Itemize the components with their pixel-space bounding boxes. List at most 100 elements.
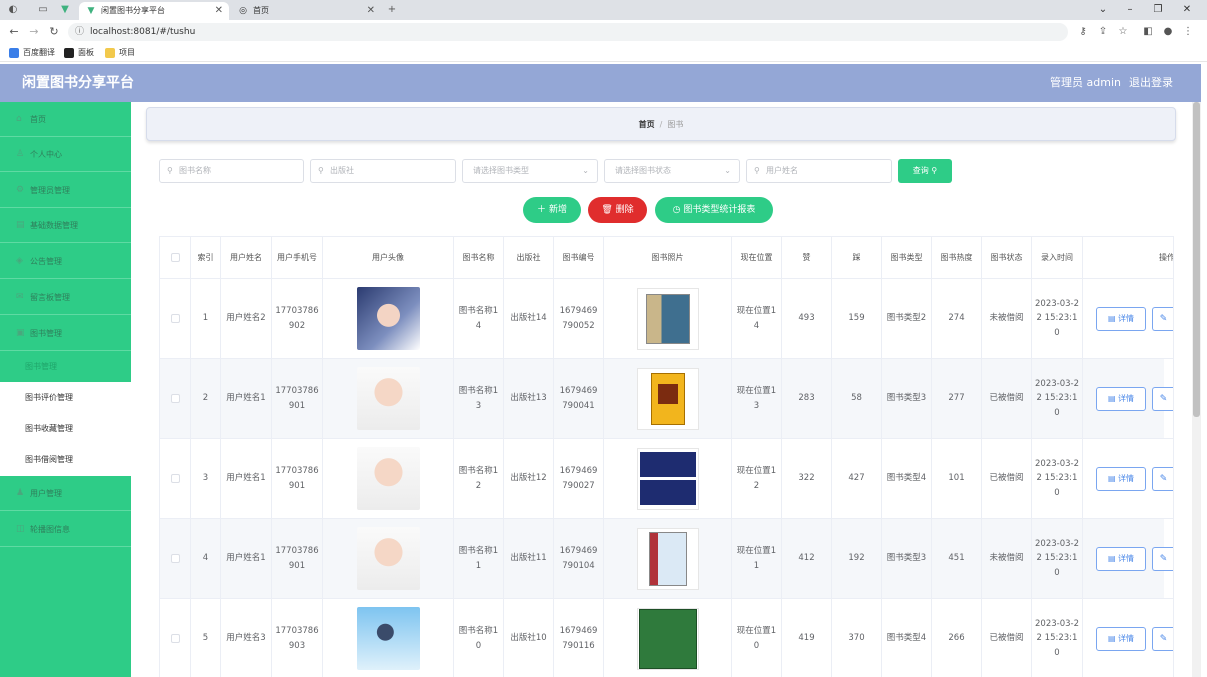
back-icon[interactable]: ← (7, 25, 21, 39)
edit-button[interactable]: ✎ (1152, 387, 1173, 411)
sidebar-item-users[interactable]: ♟ 用户管理 (0, 476, 131, 511)
app-title: 闲置图书分享平台 (22, 75, 134, 91)
sidebar-subitem-books[interactable]: 图书管理 (0, 351, 131, 382)
book-icon: ▣ (16, 328, 25, 338)
share-icon[interactable]: ⇪ (1096, 25, 1110, 39)
report-label: 图书类型统计报表 (683, 205, 756, 215)
cell-value: 图书类型3 (886, 553, 927, 564)
report-button[interactable]: ◷ 图书类型统计报表 (655, 197, 773, 223)
sidebar-item-home[interactable]: ⌂ 首页 (0, 102, 131, 137)
row-checkbox[interactable] (170, 314, 180, 323)
column-header-label: 录入时间 (1041, 252, 1073, 262)
restore-icon[interactable]: ❐ (1143, 0, 1173, 20)
sidebar-item-profile[interactable]: ♙ 个人中心 (0, 137, 131, 172)
key-icon[interactable]: ⚷ (1076, 25, 1090, 39)
forward-icon[interactable]: → (27, 25, 41, 39)
edit-button[interactable]: ✎ (1152, 307, 1173, 331)
page-scrollbar[interactable] (1192, 102, 1201, 677)
add-button[interactable]: ＋ 新增 (523, 197, 581, 223)
detail-button[interactable]: ▤ 详情 (1096, 307, 1146, 331)
table-cell: 5 (191, 599, 221, 677)
detail-button[interactable]: ▤ 详情 (1096, 387, 1146, 411)
bookmark-item[interactable]: 项目 (105, 46, 135, 60)
address-bar: ← → ↻ ⓘ localhost:8081/#/tushu ⚷ ⇪ ☆ ◧ ●… (0, 20, 1207, 44)
close-tab-icon[interactable]: ✕ (367, 2, 375, 20)
tab-search-icon[interactable]: ⌄ (1088, 0, 1118, 20)
query-button[interactable]: 查询 ⚲ (898, 159, 952, 183)
breadcrumb-home[interactable]: 首页 (639, 120, 655, 129)
table-cell (604, 519, 732, 599)
sidebar-subitem-reviews[interactable]: 图书评价管理 (0, 382, 131, 413)
row-checkbox[interactable] (170, 394, 180, 403)
minimize-icon[interactable]: – (1115, 0, 1145, 20)
column-header: 踩 (832, 236, 882, 279)
table-cell: 出版社13 (504, 359, 554, 439)
column-header: 操作 (1083, 236, 1174, 279)
breadcrumb-current: 图书 (667, 120, 684, 129)
scrollbar-thumb[interactable] (1193, 102, 1200, 417)
cell-value: 已被借阅 (989, 473, 1024, 484)
edit-button[interactable]: ✎ (1152, 547, 1173, 571)
edit-button[interactable]: ✎ (1152, 467, 1173, 491)
row-checkbox[interactable] (170, 554, 180, 563)
tab-home[interactable]: ◎ 首页 ✕ (231, 2, 381, 20)
cell-value: 出版社13 (510, 393, 547, 404)
sidebar-item-books[interactable]: ▣ 图书管理 (0, 316, 131, 351)
sidebar-item-basedata[interactable]: ▤ 基础数据管理 (0, 208, 131, 243)
detail-label: 详情 (1118, 394, 1135, 403)
sidebar-item-notice[interactable]: ◈ 公告管理 (0, 244, 131, 279)
table-cell: 419 (782, 599, 832, 677)
row-checkbox[interactable] (170, 634, 180, 643)
sidebar-item-admin[interactable]: ⚙ 管理员管理 (0, 173, 131, 208)
sidebar-subitem-favorites[interactable]: 图书收藏管理 (0, 413, 131, 444)
cell-value: 283 (798, 393, 815, 404)
sidebar-subitem-borrow[interactable]: 图书借阅管理 (0, 444, 131, 475)
browser-menu-icon[interactable]: ◐ (6, 3, 20, 17)
logout-link[interactable]: 退出登录 (1129, 64, 1173, 102)
table-cell: 图书名称11 (454, 519, 504, 599)
star-icon[interactable]: ☆ (1116, 25, 1130, 39)
detail-button[interactable]: ▤ 详情 (1096, 547, 1146, 571)
bookmark-item[interactable]: 面板 (64, 46, 94, 60)
more-icon[interactable]: ⋮ (1181, 25, 1195, 39)
column-header: 录入时间 (1032, 236, 1083, 279)
column-header-label: 图书状态 (990, 252, 1023, 262)
vue-tab-icon[interactable]: ▼ (58, 3, 72, 17)
publisher-input[interactable]: ⚲ 出版社 (310, 159, 456, 183)
app-header: 闲置图书分享平台 管理员 admin 退出登录 (0, 64, 1201, 102)
bookmark-item[interactable]: 百度翻译 (9, 46, 55, 60)
pinned-tab-icon[interactable]: ▭ (36, 3, 50, 17)
sidebar-item-message[interactable]: ✉ 留言板管理 (0, 280, 131, 315)
detail-button[interactable]: ▤ 详情 (1096, 627, 1146, 651)
window-close-icon[interactable]: ✕ (1172, 0, 1202, 20)
table-cell: 192 (832, 519, 882, 599)
browser-tab-bar: ◐ ▭ ▼ ▼ 闲置图书分享平台 ✕ ◎ 首页 ✕ + ⌄ – ❐ ✕ (0, 0, 1207, 20)
sidebar-item-carousel[interactable]: ◫ 轮播图信息 (0, 512, 131, 547)
document-icon: ▤ (1107, 634, 1119, 643)
placeholder: 用户姓名 (766, 166, 798, 175)
close-tab-icon[interactable]: ✕ (215, 2, 223, 20)
delete-button[interactable]: 🗑 删除 (588, 197, 647, 223)
sidepanel-icon[interactable]: ◧ (1141, 25, 1155, 39)
edit-button[interactable]: ✎ (1152, 627, 1173, 651)
book-type-select[interactable]: 请选择图书类型 ⌄ (462, 159, 598, 183)
book-photo (636, 607, 699, 670)
new-tab-icon[interactable]: + (385, 3, 399, 17)
document-icon: ▤ (1107, 474, 1119, 483)
table-cell: 2023-03-22 15:23:10 (1032, 359, 1083, 439)
username-input[interactable]: ⚲ 用户姓名 (746, 159, 892, 183)
document-icon: ▤ (1107, 314, 1119, 323)
select-all-checkbox[interactable] (170, 253, 180, 262)
book-name-input[interactable]: ⚲ 图书名称 (159, 159, 304, 183)
profile-icon[interactable]: ● (1161, 25, 1175, 39)
panel-icon (64, 48, 74, 58)
cell-value: 出版社14 (510, 313, 547, 324)
reload-icon[interactable]: ↻ (47, 25, 61, 39)
tab-app[interactable]: ▼ 闲置图书分享平台 ✕ (79, 2, 229, 20)
url-field[interactable]: ⓘ localhost:8081/#/tushu (68, 23, 1068, 41)
table-cell: 未被借阅 (982, 279, 1032, 359)
detail-button[interactable]: ▤ 详情 (1096, 467, 1146, 491)
row-checkbox[interactable] (170, 474, 180, 483)
book-status-select[interactable]: 请选择图书状态 ⌄ (604, 159, 740, 183)
table-cell: 现在位置10 (732, 599, 782, 677)
